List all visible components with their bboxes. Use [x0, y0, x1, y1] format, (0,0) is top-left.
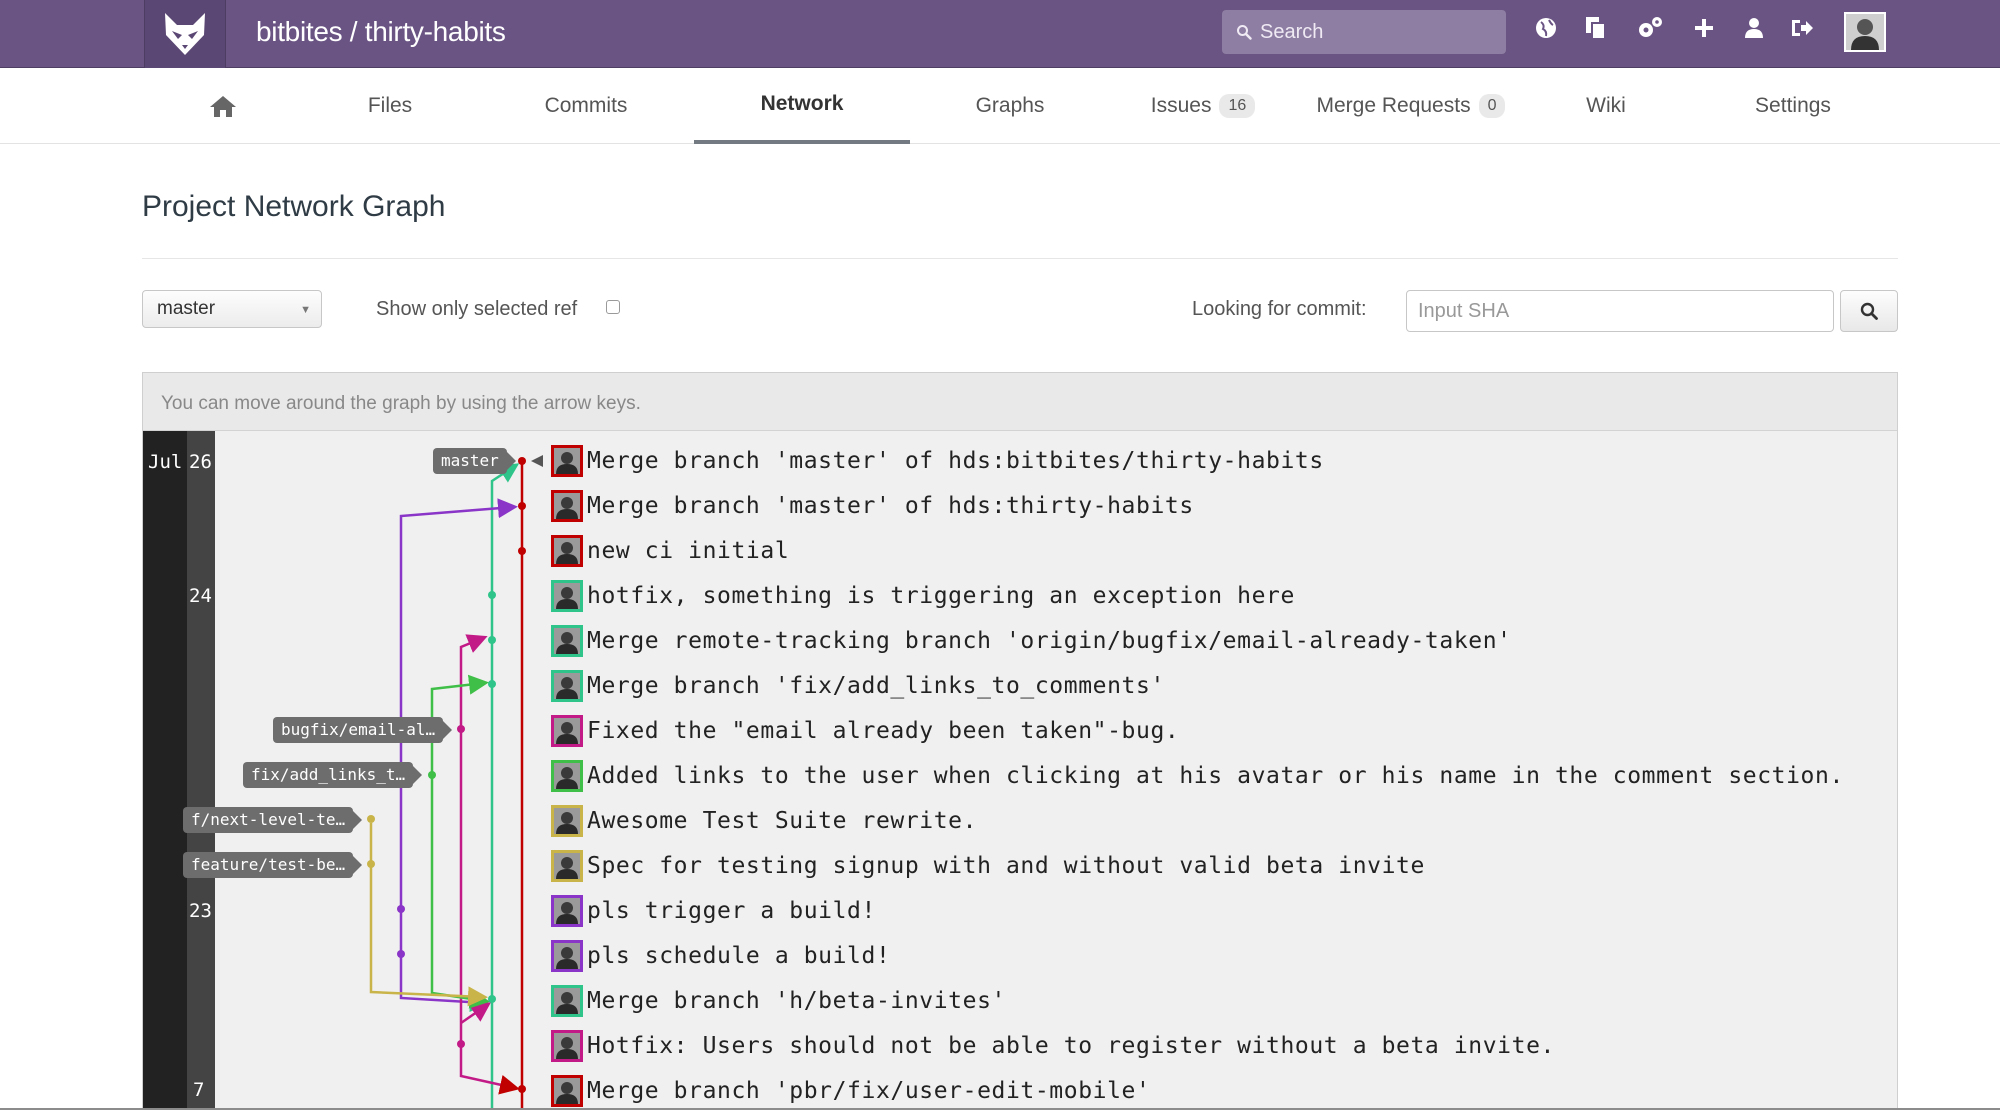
ref-select[interactable]: master ▼	[142, 290, 322, 328]
commit-row[interactable]: hotfix, something is triggering an excep…	[551, 578, 1295, 614]
ref-select-value: master	[157, 298, 216, 319]
commit-avatar[interactable]	[551, 895, 583, 927]
commit-avatar[interactable]	[551, 985, 583, 1017]
commit-row[interactable]: Merge branch 'fix/add_links_to_comments'	[551, 668, 1165, 704]
issues-count-badge: 16	[1219, 94, 1256, 118]
page-title: Project Network Graph	[142, 190, 446, 223]
ref-label-next-level[interactable]: f/next-level-te…	[183, 807, 363, 833]
user-avatar[interactable]	[1844, 12, 1886, 52]
network-graph[interactable]: You can move around the graph by using t…	[142, 372, 1898, 1110]
fox-logo-icon[interactable]	[144, 0, 226, 68]
commit-avatar[interactable]	[551, 580, 583, 612]
commit-avatar[interactable]	[551, 670, 583, 702]
commit-avatar[interactable]	[551, 445, 583, 477]
sha-search-button[interactable]	[1840, 290, 1898, 332]
ref-label-master[interactable]: master	[433, 448, 516, 474]
plus-icon[interactable]	[1690, 14, 1718, 42]
show-only-selected-checkbox[interactable]	[606, 300, 620, 314]
commit-avatar[interactable]	[551, 940, 583, 972]
top-header: bitbites / thirty-habits Search	[0, 0, 2000, 68]
copy-icon[interactable]	[1582, 14, 1610, 42]
commit-row[interactable]: pls schedule a build!	[551, 938, 890, 974]
tab-graphs[interactable]: Graphs	[960, 68, 1060, 144]
commit-message[interactable]: Merge branch 'fix/add_links_to_comments'	[587, 673, 1165, 699]
ref-label-feature-test[interactable]: feature/test-be…	[183, 852, 363, 878]
commit-row[interactable]: Fixed the "email already been taken"-bug…	[551, 713, 1179, 749]
commit-message[interactable]: Hotfix: Users should not be able to regi…	[587, 1033, 1555, 1059]
commit-avatar[interactable]	[551, 850, 583, 882]
tab-files[interactable]: Files	[340, 68, 440, 144]
merge-requests-count-badge: 0	[1478, 94, 1506, 118]
commit-message[interactable]: Merge branch 'master' of hds:bitbites/th…	[587, 448, 1324, 474]
search-placeholder: Search	[1260, 20, 1324, 43]
commit-message[interactable]: Awesome Test Suite rewrite.	[587, 808, 977, 834]
commit-message[interactable]: Added links to the user when clicking at…	[587, 763, 1844, 789]
commit-avatar[interactable]	[551, 715, 583, 747]
commit-row[interactable]: Awesome Test Suite rewrite.	[551, 803, 977, 839]
commit-message[interactable]: Merge branch 'master' of hds:thirty-habi…	[587, 493, 1194, 519]
tab-issues[interactable]: Issues 16	[1140, 68, 1266, 144]
commit-message[interactable]: Fixed the "email already been taken"-bug…	[587, 718, 1179, 744]
search-input[interactable]: Search	[1222, 10, 1506, 54]
search-icon	[1237, 25, 1252, 40]
sha-input[interactable]	[1406, 290, 1834, 332]
commit-row[interactable]: Merge branch 'master' of hds:bitbites/th…	[551, 443, 1324, 479]
commit-avatar[interactable]	[551, 535, 583, 567]
tab-network[interactable]: Network	[694, 68, 910, 144]
tab-merge-requests-label: Merge Requests	[1316, 94, 1471, 117]
tab-wiki[interactable]: Wiki	[1566, 68, 1646, 144]
show-only-selected-label: Show only selected ref	[376, 298, 578, 320]
ref-label-bugfix[interactable]: bugfix/email-al…	[273, 717, 453, 743]
user-icon[interactable]	[1740, 14, 1768, 42]
commit-avatar[interactable]	[551, 1030, 583, 1062]
commit-row[interactable]: Merge remote-tracking branch 'origin/bug…	[551, 623, 1512, 659]
commit-row[interactable]: Merge branch 'pbr/fix/user-edit-mobile'	[551, 1073, 1150, 1109]
head-pointer-icon	[531, 455, 543, 467]
commit-row[interactable]: pls trigger a build!	[551, 893, 876, 929]
commit-avatar[interactable]	[551, 625, 583, 657]
commit-row[interactable]: Spec for testing signup with and without…	[551, 848, 1425, 884]
sign-out-icon[interactable]	[1788, 14, 1816, 42]
commit-row[interactable]: Merge branch 'master' of hds:thirty-habi…	[551, 488, 1194, 524]
search-icon	[1860, 302, 1878, 320]
globe-icon[interactable]	[1532, 14, 1560, 42]
tab-issues-label: Issues	[1150, 94, 1212, 117]
commit-message[interactable]: Merge branch 'pbr/fix/user-edit-mobile'	[587, 1078, 1150, 1104]
project-nav: Files Commits Network Graphs Issues 16 M…	[0, 68, 2000, 144]
ref-label-fix-add-links[interactable]: fix/add_links_t…	[243, 762, 423, 788]
commit-avatar[interactable]	[551, 1075, 583, 1107]
tab-commits[interactable]: Commits	[530, 68, 642, 144]
commit-message[interactable]: new ci initial	[587, 538, 789, 564]
commit-row[interactable]: Merge branch 'h/beta-invites'	[551, 983, 1006, 1019]
commit-row[interactable]: new ci initial	[551, 533, 789, 569]
project-title[interactable]: bitbites / thirty-habits	[256, 14, 506, 50]
title-divider	[142, 258, 1898, 259]
commit-message[interactable]: Merge remote-tracking branch 'origin/bug…	[587, 628, 1512, 654]
tab-merge-requests[interactable]: Merge Requests 0	[1316, 68, 1506, 144]
commit-message[interactable]: hotfix, something is triggering an excep…	[587, 583, 1295, 609]
commit-avatar[interactable]	[551, 805, 583, 837]
commit-avatar[interactable]	[551, 490, 583, 522]
commit-message[interactable]: pls trigger a build!	[587, 898, 876, 924]
looking-for-commit-label: Looking for commit:	[1192, 298, 1367, 320]
home-icon	[210, 96, 236, 117]
commit-message[interactable]: pls schedule a build!	[587, 943, 890, 969]
commit-message[interactable]: Spec for testing signup with and without…	[587, 853, 1425, 879]
tab-settings[interactable]: Settings	[1746, 68, 1840, 144]
commit-row[interactable]: Added links to the user when clicking at…	[551, 758, 1844, 794]
tab-home[interactable]	[190, 68, 256, 144]
chevron-down-icon: ▼	[300, 304, 311, 316]
commit-message[interactable]: Merge branch 'h/beta-invites'	[587, 988, 1006, 1014]
commit-avatar[interactable]	[551, 760, 583, 792]
commit-row[interactable]: Hotfix: Users should not be able to regi…	[551, 1028, 1555, 1064]
cogs-icon[interactable]	[1636, 14, 1664, 42]
